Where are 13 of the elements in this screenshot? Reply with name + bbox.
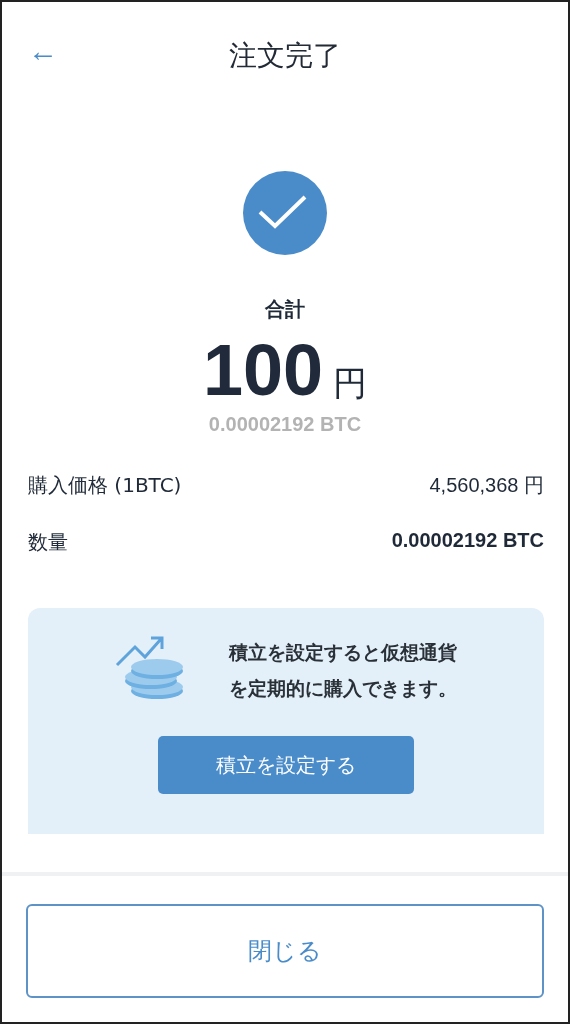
currency-unit: 円: [333, 362, 368, 405]
screen-title: 注文完了: [229, 38, 341, 74]
detail-label: 購入価格 (1BTC): [28, 472, 182, 499]
set-savings-button[interactable]: 積立を設定する: [158, 736, 414, 794]
promo-message: 積立を設定すると仮想通貨 を定期的に購入できます。: [229, 640, 457, 701]
detail-value: 4,560,368 円: [429, 473, 544, 498]
detail-label: 数量: [28, 529, 68, 556]
total-amount: 100: [202, 329, 324, 411]
total-label: 合計: [265, 296, 305, 323]
back-button[interactable]: ←: [28, 36, 58, 66]
crypto-amount: 0.00002192 BTC: [208, 413, 362, 436]
detail-value: 0.00002192 BTC: [391, 529, 544, 553]
close-button[interactable]: 閉じる: [26, 904, 544, 998]
